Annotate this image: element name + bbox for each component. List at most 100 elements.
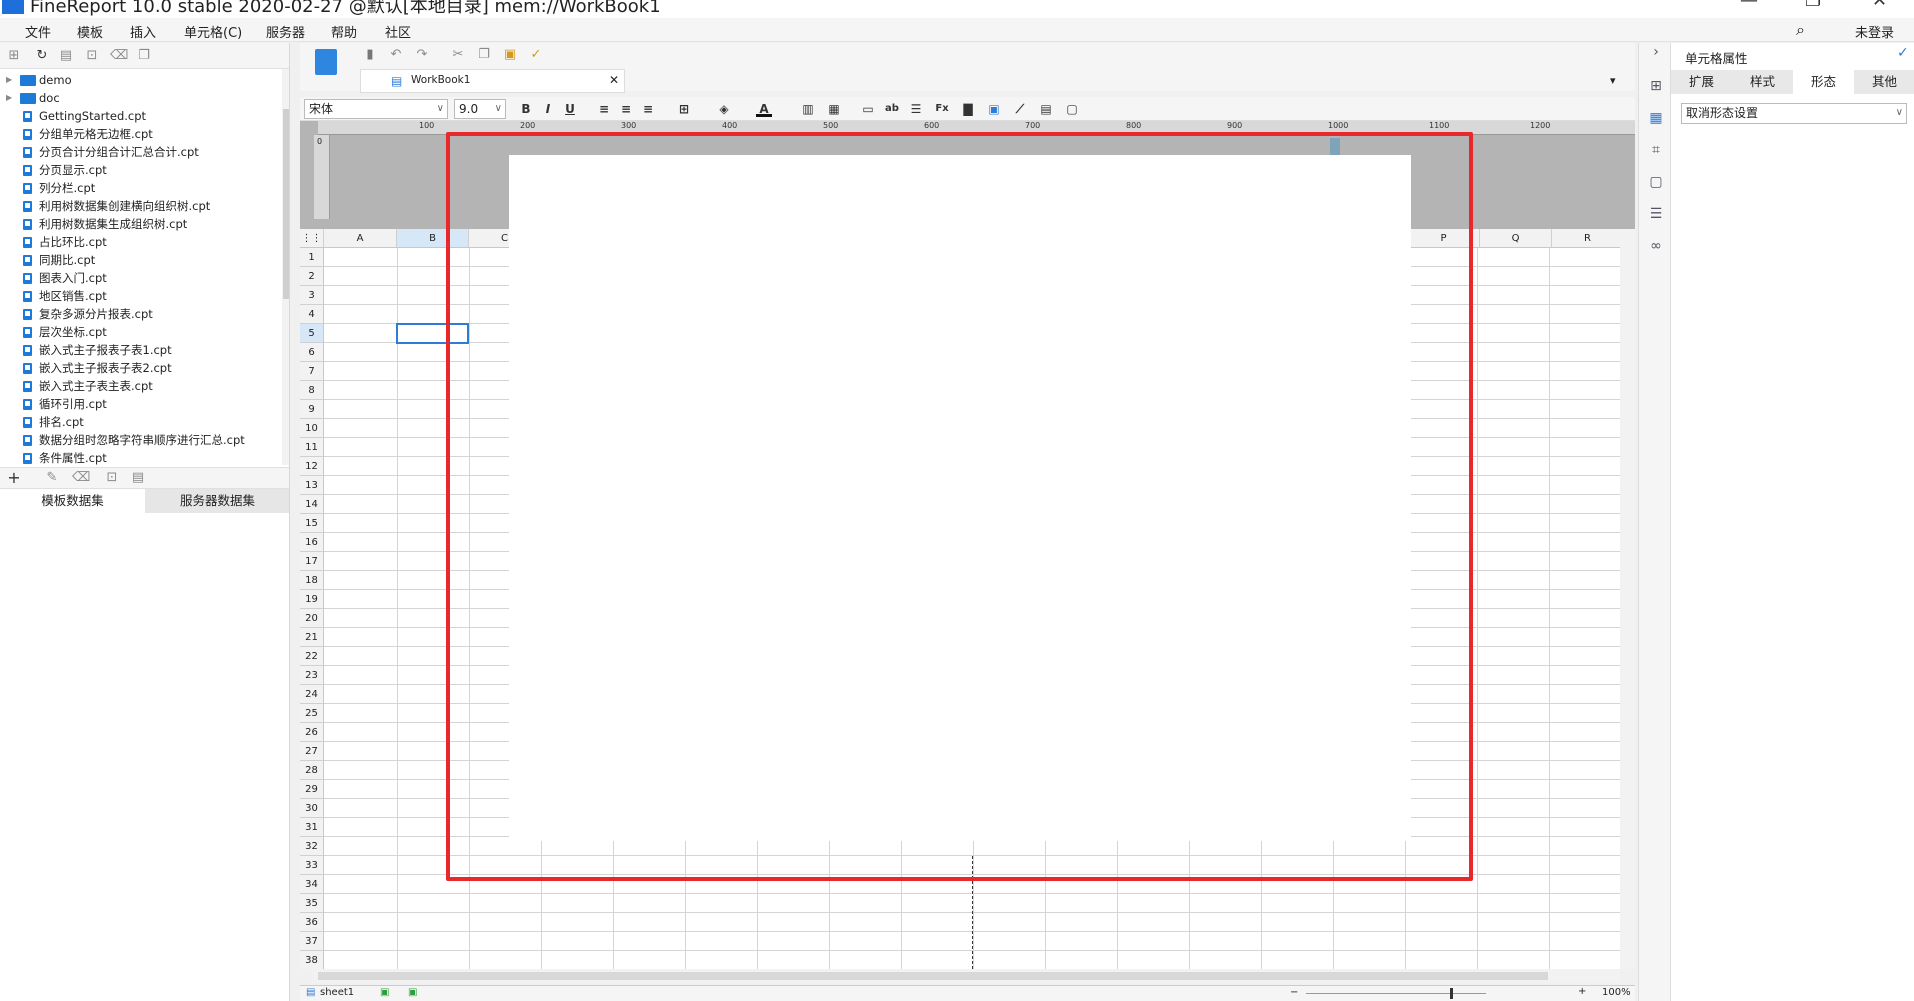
row-header[interactable]: 19	[300, 590, 324, 609]
tree-folder[interactable]: ▶ doc	[0, 89, 280, 107]
tree-file[interactable]: GettingStarted.cpt	[0, 107, 280, 125]
column-header[interactable]: A	[324, 229, 397, 248]
cell-element-icon[interactable]: ⌗	[1647, 141, 1665, 159]
format-painter-icon[interactable]: ✓	[528, 47, 544, 63]
tree-file[interactable]: 分页合计分组合计汇总合计.cpt	[0, 143, 280, 161]
row-header[interactable]: 9	[300, 400, 324, 419]
tree-scroll-thumb[interactable]	[283, 109, 289, 299]
expand-arrow-icon[interactable]: ▶	[6, 71, 12, 89]
horizontal-scrollbar[interactable]	[312, 969, 1620, 983]
cut-icon[interactable]: ✂	[450, 47, 466, 63]
row-header[interactable]: 1	[300, 248, 324, 267]
tree-file[interactable]: 层次坐标.cpt	[0, 323, 280, 341]
login-status[interactable]: 未登录	[1855, 22, 1894, 41]
add-dataset-icon[interactable]: +	[6, 470, 22, 486]
menu-cell[interactable]: 单元格(C)	[184, 22, 242, 41]
tab-style[interactable]: 样式	[1732, 70, 1793, 94]
add-sheet-icon[interactable]: ▣	[380, 987, 389, 998]
select-all-corner[interactable]: ⋮⋮	[300, 229, 324, 248]
tree-file[interactable]: 复杂多源分片报表.cpt	[0, 305, 280, 323]
formula-icon[interactable]: Fx	[934, 101, 950, 117]
delete-dataset-icon[interactable]: ⌫	[72, 470, 90, 486]
tab-sheet1[interactable]: sheet1	[320, 987, 354, 998]
form-select[interactable]: 取消形态设置 ∨	[1681, 103, 1907, 124]
connection-icon[interactable]: ▤	[130, 470, 146, 486]
tree-file[interactable]: 排名.cpt	[0, 413, 280, 431]
tab-other[interactable]: 其他	[1854, 70, 1914, 94]
row-header[interactable]: 28	[300, 761, 324, 780]
tree-scrollbar[interactable]	[282, 69, 289, 465]
row-header[interactable]: 13	[300, 476, 324, 495]
menu-help[interactable]: 帮助	[331, 22, 357, 41]
menu-insert[interactable]: 插入	[130, 22, 156, 41]
horizontal-scroll-thumb[interactable]	[318, 972, 1548, 980]
locate-icon[interactable]: ⊡	[84, 48, 100, 64]
subreport-icon[interactable]: ▤	[1038, 101, 1054, 117]
row-header[interactable]: 21	[300, 628, 324, 647]
menu-file[interactable]: 文件	[25, 22, 51, 41]
delete-icon[interactable]: ⌫	[110, 48, 128, 64]
align-right-icon[interactable]: ≡	[640, 101, 656, 117]
redo-icon[interactable]: ↷	[414, 47, 430, 63]
row-header[interactable]: 25	[300, 704, 324, 723]
merge-cells-icon[interactable]: ▥	[800, 101, 816, 117]
tree-file[interactable]: 利用树数据集生成组织树.cpt	[0, 215, 280, 233]
row-header[interactable]: 24	[300, 685, 324, 704]
row-header[interactable]: 33	[300, 856, 324, 875]
align-left-icon[interactable]: ≡	[596, 101, 612, 117]
tree-file[interactable]: 嵌入式主子报表子表1.cpt	[0, 341, 280, 359]
row-header[interactable]: 34	[300, 875, 324, 894]
bold-button[interactable]: B	[518, 101, 534, 117]
menu-server[interactable]: 服务器	[266, 22, 305, 41]
minimize-button[interactable]: —	[1740, 0, 1758, 11]
row-header[interactable]: 29	[300, 780, 324, 799]
open-folder-icon[interactable]: ▤	[58, 48, 74, 64]
row-header[interactable]: 16	[300, 533, 324, 552]
text-field-icon[interactable]: ▭	[860, 101, 876, 117]
row-header[interactable]: 4	[300, 305, 324, 324]
underline-button[interactable]: U	[562, 101, 578, 117]
row-header[interactable]: 14	[300, 495, 324, 514]
search-icon[interactable]: ⌕	[1796, 20, 1805, 40]
tab-form[interactable]: 形态	[1793, 70, 1854, 94]
tree-file[interactable]: 同期比.cpt	[0, 251, 280, 269]
unmerge-cells-icon[interactable]: ▦	[826, 101, 842, 117]
column-header[interactable]: Q	[1480, 229, 1552, 248]
image-icon[interactable]: ▣	[986, 101, 1002, 117]
column-header[interactable]: R	[1552, 229, 1620, 248]
row-header[interactable]: 20	[300, 609, 324, 628]
row-header[interactable]: 27	[300, 742, 324, 761]
rich-text-icon[interactable]: ☰	[908, 101, 924, 117]
zoom-slider[interactable]	[1306, 993, 1486, 994]
zoom-out-icon[interactable]: −	[1290, 987, 1298, 998]
row-header[interactable]: 31	[300, 818, 324, 837]
tab-template-dataset[interactable]: 模板数据集	[0, 489, 145, 513]
menu-community[interactable]: 社区	[385, 22, 411, 41]
widget-settings-icon[interactable]: ▢	[1647, 173, 1665, 191]
expand-arrow-icon[interactable]: ▶	[6, 89, 12, 107]
vertical-scrollbar[interactable]	[1620, 229, 1635, 969]
row-header[interactable]: 18	[300, 571, 324, 590]
row-header[interactable]: 3	[300, 286, 324, 305]
save-icon[interactable]: ▮	[362, 47, 378, 63]
cell-properties-icon[interactable]: ▦	[1647, 109, 1665, 127]
refresh-icon[interactable]: ↻	[34, 48, 50, 64]
tree-file[interactable]: 图表入门.cpt	[0, 269, 280, 287]
row-header[interactable]: 11	[300, 438, 324, 457]
italic-button[interactable]: I	[540, 101, 556, 117]
row-header[interactable]: 6	[300, 343, 324, 362]
tree-file[interactable]: 地区销售.cpt	[0, 287, 280, 305]
font-name-select[interactable]: 宋体 ∨	[304, 99, 448, 119]
border-icon[interactable]: ⊞	[676, 101, 692, 117]
tree-file[interactable]: 嵌入式主子报表子表2.cpt	[0, 359, 280, 377]
tab-workbook[interactable]: ▤ WorkBook1 ✕	[360, 69, 625, 93]
close-button[interactable]: ✕	[1872, 0, 1887, 11]
copy-icon[interactable]: ❐	[476, 47, 492, 63]
row-header[interactable]: 17	[300, 552, 324, 571]
condition-attr-icon[interactable]: ☰	[1647, 205, 1665, 223]
collapse-arrow-icon[interactable]: ›	[1647, 43, 1665, 61]
tree-file[interactable]: 利用树数据集创建横向组织树.cpt	[0, 197, 280, 215]
tree-file[interactable]: 数据分组时忽略字符串顺序进行汇总.cpt	[0, 431, 280, 449]
fill-color-icon[interactable]: ◈	[716, 101, 732, 117]
slash-icon[interactable]: ⟋	[1012, 101, 1028, 117]
